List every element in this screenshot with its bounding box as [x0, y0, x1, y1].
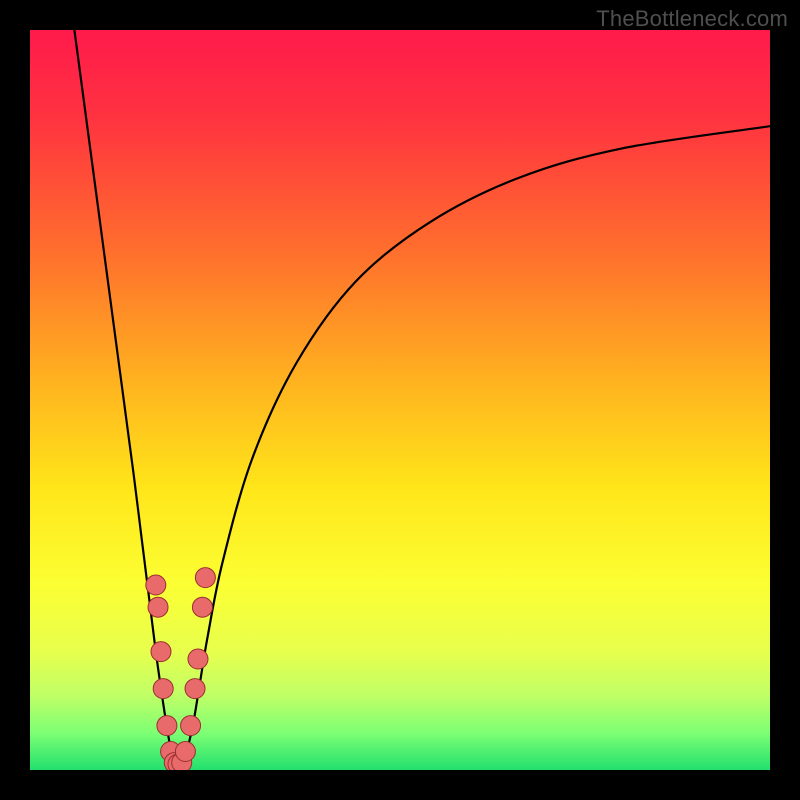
data-marker: [151, 642, 171, 662]
bottleneck-chart: [30, 30, 770, 770]
data-marker: [185, 679, 205, 699]
data-marker: [188, 649, 208, 669]
data-marker: [192, 597, 212, 617]
data-marker: [175, 742, 195, 762]
data-marker: [195, 568, 215, 588]
chart-frame: TheBottleneck.com: [0, 0, 800, 800]
watermark-text: TheBottleneck.com: [596, 6, 788, 32]
data-marker: [181, 716, 201, 736]
data-marker: [153, 679, 173, 699]
data-marker: [148, 597, 168, 617]
data-marker: [146, 575, 166, 595]
plot-area: [30, 30, 770, 770]
data-marker: [157, 716, 177, 736]
